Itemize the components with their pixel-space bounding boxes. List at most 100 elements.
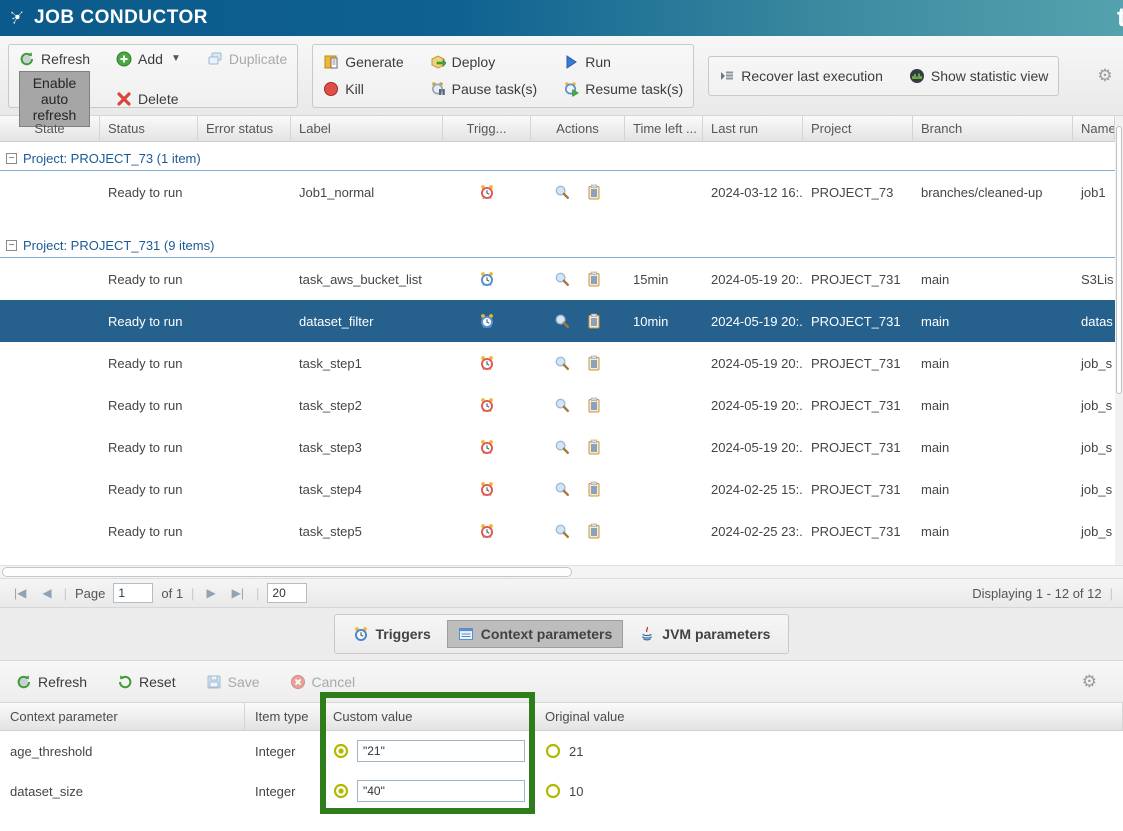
task-row[interactable]: Ready to runtask_step4 2024-02-25 15:...… [0, 468, 1123, 510]
magnifier-icon[interactable] [554, 184, 570, 200]
params-save-button[interactable]: Save [206, 674, 260, 690]
original-value-radio[interactable] [545, 743, 561, 759]
recover-last-execution-button[interactable]: Recover last execution [719, 68, 883, 84]
magnifier-icon[interactable] [554, 313, 570, 329]
tab-jvm-parameters[interactable]: JVM parameters [629, 620, 780, 648]
project-group-header[interactable]: −Project: PROJECT_73 (1 item) [0, 147, 1123, 171]
column-header-error-status[interactable]: Error status [198, 116, 291, 141]
clipboard-icon[interactable] [586, 439, 602, 455]
params-cancel-button[interactable]: Cancel [290, 674, 356, 690]
horizontal-scrollbar[interactable] [0, 565, 1123, 578]
params-reset-button[interactable]: Reset [117, 674, 176, 690]
page-of-label: of 1 [161, 586, 183, 601]
reset-icon [117, 674, 133, 690]
column-header-time-left[interactable]: Time left ... [625, 116, 703, 141]
custom-value-input[interactable] [357, 740, 525, 762]
status: Ready to run [100, 398, 198, 413]
magnifier-icon[interactable] [554, 355, 570, 371]
column-header-label[interactable]: Label [291, 116, 443, 141]
task-row[interactable]: Ready to runtask_step7 2024-02-26 00:...… [0, 552, 1123, 565]
column-header-trigg[interactable]: Trigg... [443, 116, 531, 141]
tab-triggers[interactable]: Triggers [343, 620, 441, 648]
column-header-status[interactable]: Status [100, 116, 198, 141]
project: PROJECT_731 [803, 398, 913, 413]
vertical-scrollbar[interactable] [1115, 116, 1123, 578]
task-row[interactable]: Ready to runtask_step1 2024-05-19 20:...… [0, 342, 1123, 384]
job-conductor-window: JOB CONDUCTOR t Refresh Enable auto refr… [0, 0, 1123, 831]
first-page-button[interactable]: |◀ [10, 586, 30, 600]
project: PROJECT_731 [803, 482, 913, 497]
detail-tabset: Triggers Context parameters JVM paramete… [334, 614, 790, 654]
tab-context-parameters[interactable]: Context parameters [447, 620, 624, 648]
custom-value-radio-selected[interactable] [333, 743, 349, 759]
task-row[interactable]: Ready to runtask_step3 2024-05-19 20:...… [0, 426, 1123, 468]
next-page-button[interactable]: ▶ [202, 586, 219, 600]
collapse-icon[interactable]: − [6, 240, 17, 251]
column-header-state[interactable]: State [0, 116, 100, 141]
column-header-custom-value[interactable]: Custom value [323, 703, 535, 730]
grid-settings-gear-icon[interactable]: ⚙ [1087, 66, 1122, 86]
column-header-project[interactable]: Project [803, 116, 913, 141]
column-header-last-run[interactable]: Last run [703, 116, 803, 141]
pause-tasks-button[interactable]: Pause task(s) [430, 81, 538, 97]
params-refresh-label: Refresh [38, 674, 87, 690]
blue-alarm-trigger-icon [479, 271, 495, 287]
page-number-input[interactable] [113, 583, 153, 603]
previous-page-button[interactable]: ◀ [38, 586, 55, 600]
clipboard-icon[interactable] [586, 397, 602, 413]
task-row[interactable]: Ready to rundataset_filter 10min2024-05-… [0, 300, 1123, 342]
resume-tasks-button[interactable]: Resume task(s) [563, 81, 683, 97]
custom-value-radio-selected[interactable] [333, 783, 349, 799]
last-run: 2024-02-25 23:... [703, 524, 803, 539]
column-header-original-value[interactable]: Original value [535, 703, 1123, 730]
generate-button[interactable]: Generate [323, 54, 403, 70]
show-statistic-view-button[interactable]: Show statistic view [909, 68, 1048, 84]
list-icon [458, 626, 474, 642]
trigger-cell [443, 523, 531, 539]
deploy-button[interactable]: Deploy [430, 54, 538, 70]
column-header-name[interactable]: Name [1073, 116, 1115, 141]
custom-value-input[interactable] [357, 780, 525, 802]
clipboard-icon[interactable] [586, 271, 602, 287]
task-row[interactable]: Ready to runtask_step2 2024-05-19 20:...… [0, 384, 1123, 426]
magnifier-icon[interactable] [554, 397, 570, 413]
add-button[interactable]: Add▼ [116, 51, 181, 67]
column-header-item-type[interactable]: Item type [245, 703, 323, 730]
clipboard-icon[interactable] [586, 184, 602, 200]
status: Ready to run [100, 440, 198, 455]
project-group-label: Project: PROJECT_73 (1 item) [23, 151, 201, 166]
last-page-button[interactable]: ▶| [228, 586, 248, 600]
column-header-branch[interactable]: Branch [913, 116, 1073, 141]
column-header-context-parameter[interactable]: Context parameter [0, 703, 245, 730]
magnifier-icon[interactable] [554, 481, 570, 497]
project-group-header[interactable]: −Project: PROJECT_731 (9 items) [0, 234, 1123, 258]
clipboard-icon[interactable] [586, 481, 602, 497]
collapse-icon[interactable]: − [6, 153, 17, 164]
kill-label: Kill [345, 81, 364, 97]
magnifier-icon[interactable] [554, 523, 570, 539]
task-row[interactable]: Ready to runtask_step5 2024-02-25 23:...… [0, 510, 1123, 552]
params-settings-gear-icon[interactable]: ⚙ [1072, 672, 1107, 692]
clipboard-icon[interactable] [586, 355, 602, 371]
magnifier-icon[interactable] [554, 439, 570, 455]
pause-clock-icon [430, 81, 446, 97]
params-refresh-button[interactable]: Refresh [16, 674, 87, 690]
kill-button[interactable]: Kill [323, 81, 403, 97]
clipboard-icon[interactable] [586, 523, 602, 539]
clipboard-icon[interactable] [586, 313, 602, 329]
run-icon [563, 54, 579, 70]
delete-button[interactable]: Delete [116, 91, 181, 107]
duplicate-button[interactable]: Duplicate [207, 51, 287, 67]
actions-cell [531, 355, 625, 371]
task-row[interactable]: Ready to runtask_aws_bucket_list 15min20… [0, 258, 1123, 300]
run-button[interactable]: Run [563, 54, 683, 70]
refresh-button[interactable]: Refresh [19, 51, 90, 67]
vertical-scrollbar-thumb[interactable] [1116, 126, 1122, 394]
magnifier-icon[interactable] [554, 271, 570, 287]
last-run: 2024-05-19 20:... [703, 272, 803, 287]
original-value-radio[interactable] [545, 783, 561, 799]
column-header-actions[interactable]: Actions [531, 116, 625, 141]
task-row[interactable]: Ready to runJob1_normal 2024-03-12 16:..… [0, 171, 1123, 213]
page-size-input[interactable] [267, 583, 307, 603]
horizontal-scrollbar-thumb[interactable] [2, 567, 572, 577]
